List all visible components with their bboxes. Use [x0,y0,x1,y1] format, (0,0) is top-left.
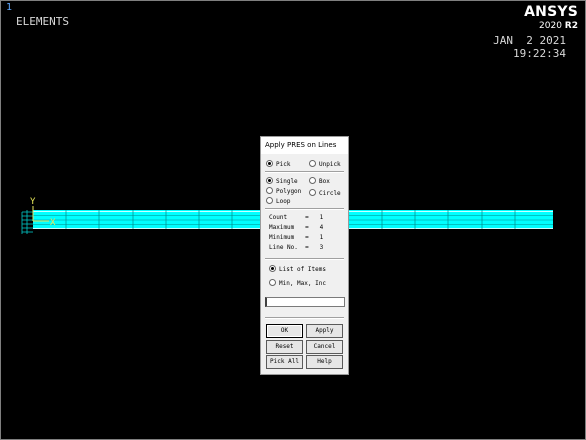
box-radio[interactable]: Box [309,177,330,186]
pick-all-button[interactable]: Pick All [266,355,303,369]
divider [265,258,344,260]
radio-empty-icon [266,187,273,194]
single-radio[interactable]: Single [266,177,298,186]
radio-empty-icon [309,177,316,184]
help-button[interactable]: Help [306,355,343,369]
line-no-readout: Line No. = 3 [269,244,324,251]
radio-selected-icon [266,160,273,167]
maximum-readout: Maximum = 4 [269,224,324,231]
ok-button[interactable]: OK [266,324,303,338]
radio-empty-icon [269,279,276,286]
divider [265,208,344,210]
loop-radio[interactable]: Loop [266,197,290,206]
unpick-radio[interactable]: Unpick [309,160,341,169]
min-max-inc-radio[interactable]: Min, Max, Inc [269,279,326,288]
radio-selected-icon [266,177,273,184]
list-of-items-radio[interactable]: List of Items [269,265,326,274]
minimum-readout: Minimum = 1 [269,234,324,241]
radio-empty-icon [309,189,316,196]
count-readout: Count = 1 [269,214,324,221]
apply-pres-dialog[interactable]: Apply PRES on Lines Pick Unpick Single B… [260,136,349,375]
dialog-title: Apply PRES on Lines [261,137,348,154]
pick-radio[interactable]: Pick [266,160,290,169]
item-entry-input[interactable] [265,297,345,307]
circle-radio[interactable]: Circle [309,189,341,198]
apply-button[interactable]: Apply [306,324,343,338]
cancel-button[interactable]: Cancel [306,340,343,354]
triad-x-label: X [50,218,56,228]
radio-empty-icon [266,197,273,204]
boundary-constraints [21,210,33,234]
reset-button[interactable]: Reset [266,340,303,354]
triad-y-label: Y [30,197,36,207]
divider [265,317,344,319]
divider [265,171,344,173]
radio-selected-icon [269,265,276,272]
radio-empty-icon [309,160,316,167]
polygon-radio[interactable]: Polygon [266,187,301,196]
